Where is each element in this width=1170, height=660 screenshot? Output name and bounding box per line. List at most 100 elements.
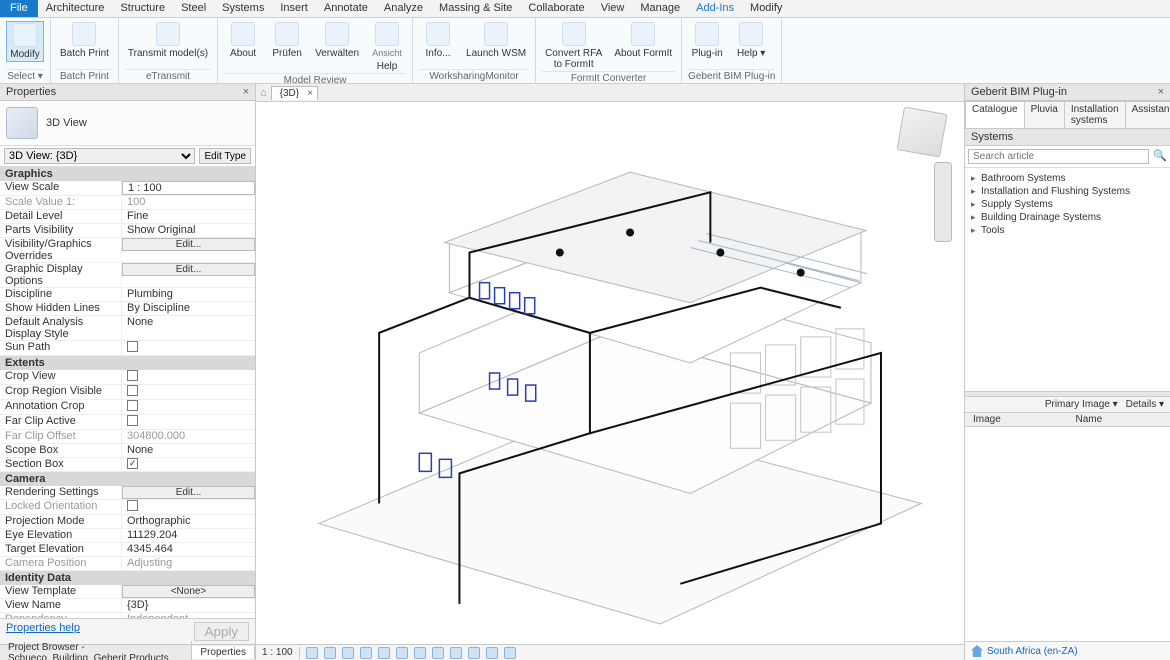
prop-row[interactable]: View Template<None> <box>0 585 255 599</box>
prop-value[interactable]: Edit... <box>122 486 255 499</box>
launch-wsm-button[interactable]: Launch WSM <box>463 21 529 60</box>
menu-tab-insert[interactable]: Insert <box>272 0 316 17</box>
menu-tab-analyze[interactable]: Analyze <box>376 0 431 17</box>
prop-value[interactable]: By Discipline <box>122 302 255 315</box>
menu-tab-steel[interactable]: Steel <box>173 0 214 17</box>
menu-tab-manage[interactable]: Manage <box>632 0 688 17</box>
viewport-3d[interactable] <box>256 102 964 644</box>
vc-icon-10[interactable] <box>468 647 480 659</box>
prop-value[interactable] <box>122 341 255 355</box>
tree-item[interactable]: Bathroom Systems <box>971 172 1164 185</box>
geberit-tab-catalogue[interactable]: Catalogue <box>965 101 1025 128</box>
close-icon[interactable]: × <box>243 86 249 98</box>
menu-tab-collaborate[interactable]: Collaborate <box>520 0 592 17</box>
search-icon[interactable]: 🔍 <box>1153 149 1167 164</box>
prop-value[interactable] <box>122 385 255 399</box>
view-cube[interactable] <box>897 107 948 158</box>
menu-tab-modify[interactable]: Modify <box>742 0 790 17</box>
menu-tab-addins[interactable]: Add-Ins <box>688 0 742 17</box>
convert-rfa-button[interactable]: Convert RFA to FormIt <box>542 21 605 71</box>
menu-tab-massing[interactable]: Massing & Site <box>431 0 520 17</box>
details-dropdown[interactable]: Details ▾ <box>1126 399 1164 410</box>
prop-row[interactable]: Far Clip Offset304800.000 <box>0 430 255 444</box>
prop-value[interactable]: Show Original <box>122 224 255 237</box>
tree-item[interactable]: Tools <box>971 224 1164 237</box>
properties-grid[interactable]: GraphicsView Scale1 : 100Scale Value 1:1… <box>0 167 255 618</box>
menu-tab-annotate[interactable]: Annotate <box>316 0 376 17</box>
close-view-icon[interactable]: × <box>307 88 313 99</box>
view-selector[interactable]: 3D View: {3D} <box>4 148 195 164</box>
menu-tab-structure[interactable]: Structure <box>112 0 173 17</box>
prop-value[interactable]: None <box>122 316 255 340</box>
vc-icon-3[interactable] <box>342 647 354 659</box>
prop-row[interactable]: Rendering SettingsEdit... <box>0 486 255 500</box>
apply-button[interactable]: Apply <box>194 622 249 641</box>
view-control-bar[interactable]: 1 : 100 <box>256 644 964 660</box>
prop-row[interactable]: Scale Value 1:100 <box>0 196 255 210</box>
verwalten-button[interactable]: Verwalten <box>312 21 362 60</box>
vc-icon-1[interactable] <box>306 647 318 659</box>
prop-row[interactable]: Target Elevation4345.464 <box>0 543 255 557</box>
primary-image-dropdown[interactable]: Primary Image ▾ <box>1045 399 1118 410</box>
geberit-tree[interactable]: Bathroom Systems Installation and Flushi… <box>965 168 1170 391</box>
about-formit-button[interactable]: About FormIt <box>611 21 675 60</box>
prop-value[interactable] <box>122 400 255 414</box>
vc-icon-2[interactable] <box>324 647 336 659</box>
prop-row[interactable]: DisciplinePlumbing <box>0 288 255 302</box>
prop-row[interactable]: Graphic Display OptionsEdit... <box>0 263 255 288</box>
prop-value[interactable]: 100 <box>122 196 255 209</box>
navigation-bar[interactable] <box>934 162 952 242</box>
prop-value[interactable]: Orthographic <box>122 515 255 528</box>
menu-tab-architecture[interactable]: Architecture <box>38 0 113 17</box>
tree-item[interactable]: Installation and Flushing Systems <box>971 185 1164 198</box>
prop-value[interactable]: None <box>122 444 255 457</box>
prop-row[interactable]: Eye Elevation11129.204 <box>0 529 255 543</box>
modify-button[interactable]: Modify <box>6 21 44 62</box>
about-button[interactable]: About <box>224 21 262 60</box>
help-small-button[interactable]: AnsichtHelp <box>368 21 406 73</box>
vc-icon-5[interactable] <box>378 647 390 659</box>
edit-type-button[interactable]: Edit Type <box>199 148 251 164</box>
pruefen-button[interactable]: Prüfen <box>268 21 306 60</box>
prop-value[interactable] <box>122 415 255 429</box>
bottom-tab-project-browser[interactable]: Project Browser - Schueco_Building_Geber… <box>0 641 192 660</box>
prop-value[interactable] <box>122 500 255 514</box>
prop-row[interactable]: Locked Orientation <box>0 500 255 515</box>
prop-row[interactable]: Far Clip Active <box>0 415 255 430</box>
menu-tab-systems[interactable]: Systems <box>214 0 272 17</box>
prop-value[interactable]: 4345.464 <box>122 543 255 556</box>
geberit-help-button[interactable]: Help ▾ <box>732 21 770 60</box>
prop-value[interactable]: Adjusting <box>122 557 255 570</box>
geberit-tab-install[interactable]: Installation systems <box>1064 101 1126 128</box>
vc-icon-9[interactable] <box>450 647 462 659</box>
prop-row[interactable]: View Name{3D} <box>0 599 255 613</box>
prop-row[interactable]: Default Analysis Display StyleNone <box>0 316 255 341</box>
geberit-tab-pluvia[interactable]: Pluvia <box>1024 101 1065 128</box>
prop-row[interactable]: Projection ModeOrthographic <box>0 515 255 529</box>
prop-value[interactable]: Edit... <box>122 238 255 262</box>
search-input[interactable] <box>968 149 1149 164</box>
prop-value[interactable]: 1 : 100 <box>122 181 255 195</box>
prop-value[interactable]: Plumbing <box>122 288 255 301</box>
prop-value[interactable]: <None> <box>122 585 255 598</box>
prop-value[interactable]: 11129.204 <box>122 529 255 542</box>
view-home-icon[interactable]: ⌂ <box>260 87 267 99</box>
prop-value[interactable]: 304800.000 <box>122 430 255 443</box>
vc-icon-8[interactable] <box>432 647 444 659</box>
vc-icon-7[interactable] <box>414 647 426 659</box>
view-scale-label[interactable]: 1 : 100 <box>262 647 293 658</box>
prop-row[interactable]: Section Box <box>0 458 255 472</box>
transmit-models-button[interactable]: Transmit model(s) <box>125 21 211 60</box>
geberit-tab-assistants[interactable]: Assistants <box>1125 101 1170 128</box>
file-menu[interactable]: File <box>0 0 38 17</box>
prop-row[interactable]: Camera PositionAdjusting <box>0 557 255 571</box>
view-type-label[interactable]: 3D View <box>46 117 87 129</box>
close-icon[interactable]: × <box>1158 86 1164 98</box>
info-button[interactable]: Info... <box>419 21 457 60</box>
prop-row[interactable]: Detail LevelFine <box>0 210 255 224</box>
prop-row[interactable]: Crop View <box>0 370 255 385</box>
vc-icon-12[interactable] <box>504 647 516 659</box>
vc-icon-4[interactable] <box>360 647 372 659</box>
vc-icon-6[interactable] <box>396 647 408 659</box>
tree-item[interactable]: Building Drainage Systems <box>971 211 1164 224</box>
